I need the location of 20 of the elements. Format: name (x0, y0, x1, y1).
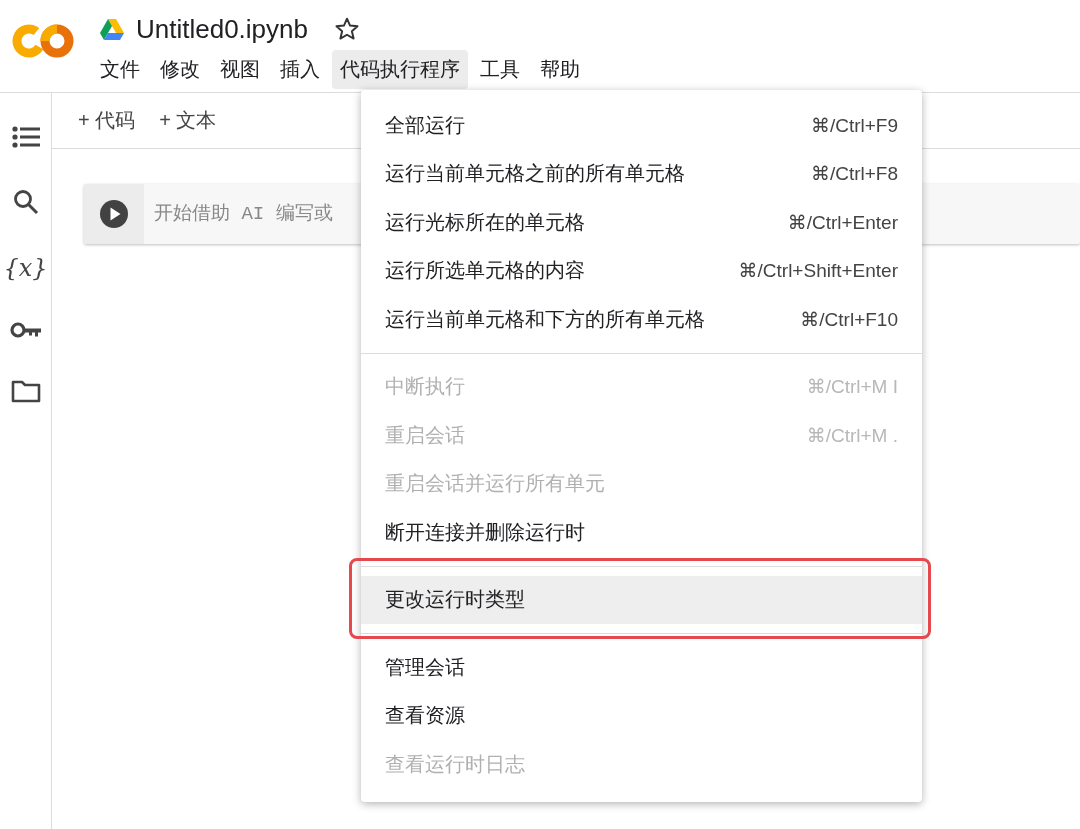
menu-item-label: 运行所选单元格的内容 (385, 258, 585, 284)
menu-item-label: 断开连接并删除运行时 (385, 519, 585, 545)
menu-item-label: 重启会话 (385, 422, 465, 448)
menu-item-label: 运行光标所在的单元格 (385, 209, 585, 235)
menu-item-label: 查看资源 (385, 703, 465, 729)
menu-item-label: 运行当前单元格和下方的所有单元格 (385, 306, 705, 332)
shortcut-text: ⌘/Ctrl+Enter (787, 210, 898, 234)
menu-item-label: 运行当前单元格之前的所有单元格 (385, 161, 685, 187)
menu-item-label: 更改运行时类型 (385, 587, 525, 613)
menu-item-label: 中断执行 (385, 374, 465, 400)
shortcut-text: ⌘/Ctrl+M I (806, 375, 898, 399)
menu-item-label: 全部运行 (385, 112, 465, 138)
menu-item-label: 管理会话 (385, 654, 465, 680)
shortcut-text: ⌘/Ctrl+F10 (800, 307, 898, 331)
shortcut-text: ⌘/Ctrl+F9 (810, 113, 898, 137)
shortcut-text: ⌘/Ctrl+F8 (810, 162, 898, 186)
menu-item-label: 查看运行时日志 (385, 751, 525, 777)
menu-item-label: 重启会话并运行所有单元 (385, 471, 605, 497)
shortcut-text: ⌘/Ctrl+M . (806, 423, 898, 447)
shortcut-text: ⌘/Ctrl+Shift+Enter (738, 259, 898, 283)
